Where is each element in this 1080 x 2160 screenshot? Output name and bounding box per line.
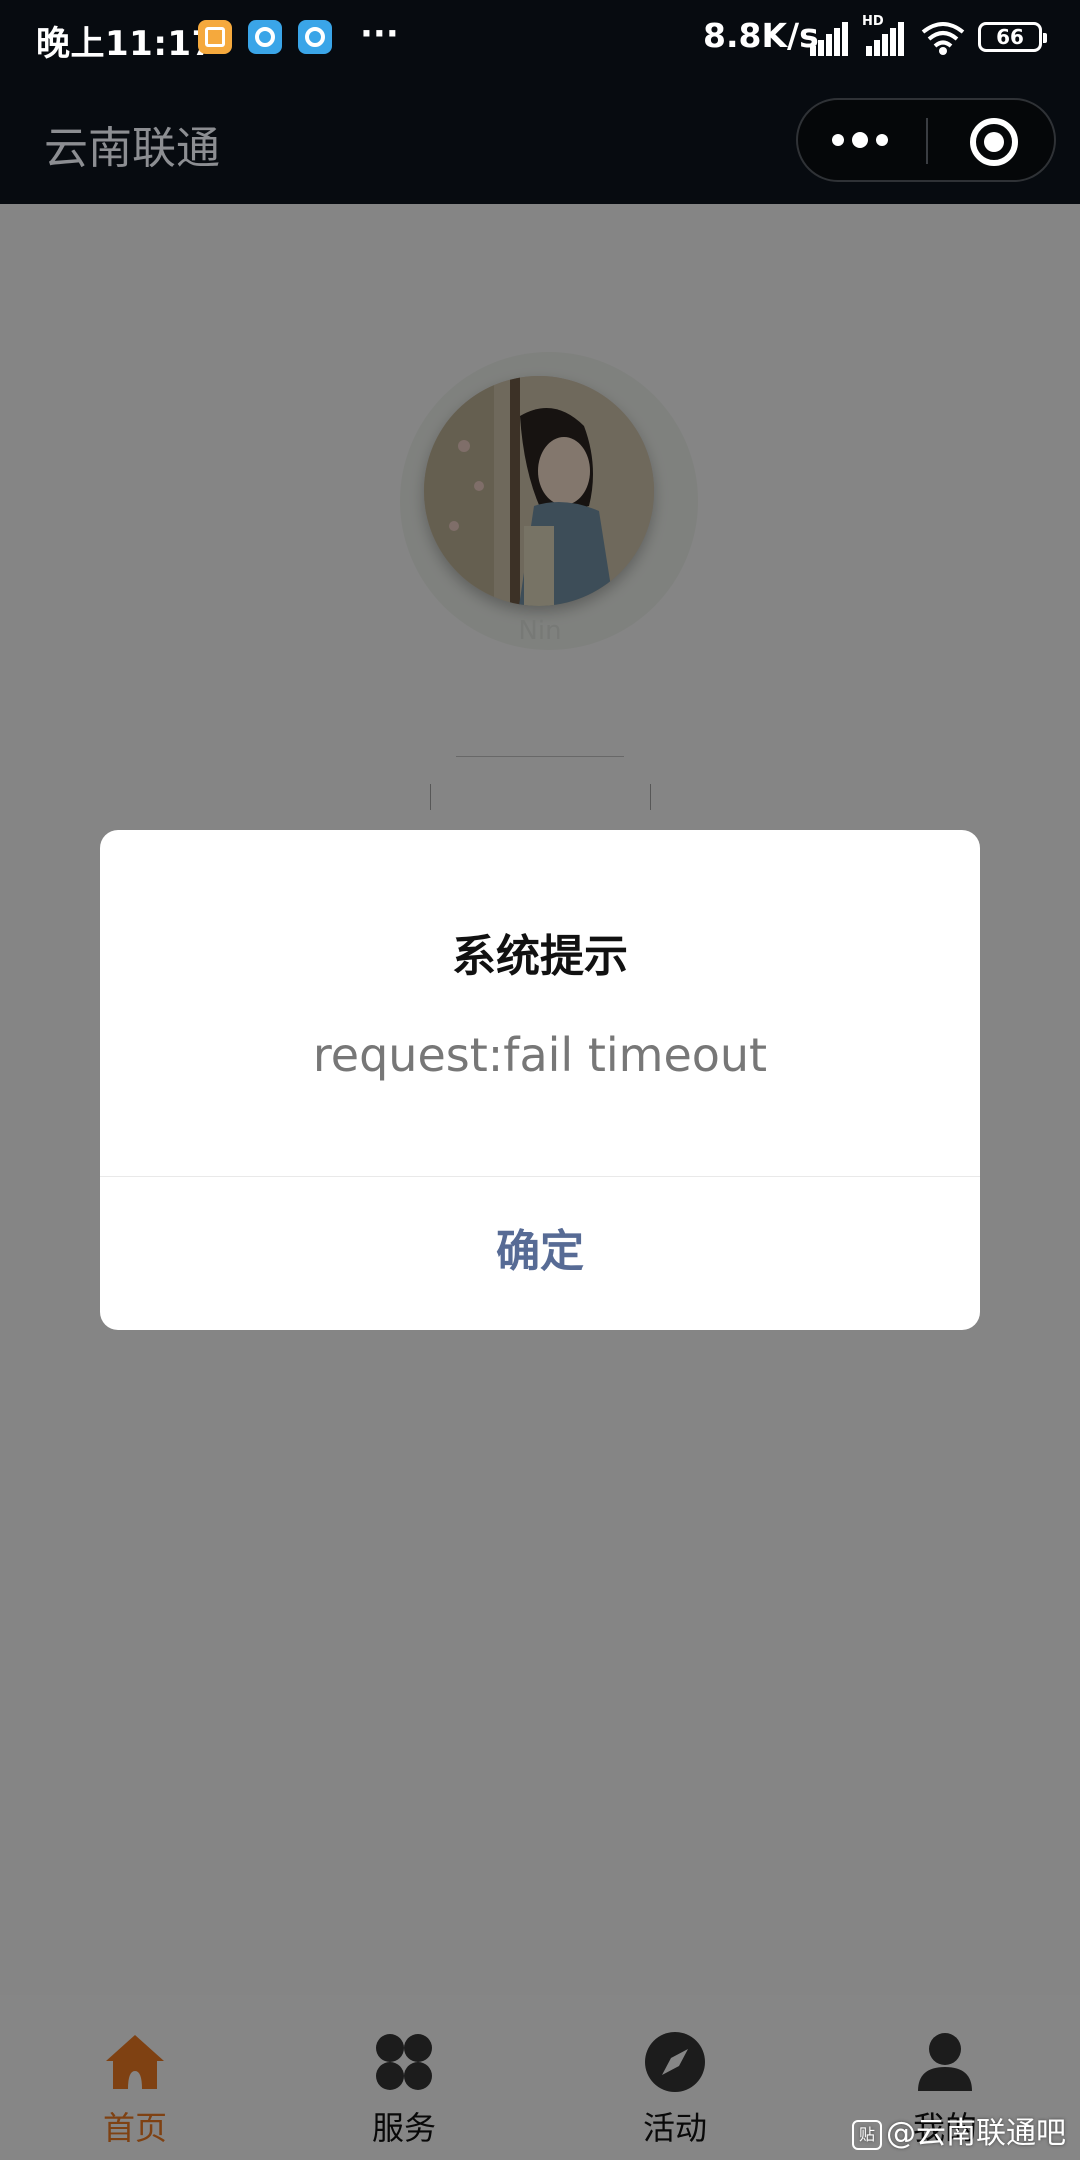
watermark-text: @云南联通吧 bbox=[886, 2116, 1066, 2151]
signal-icon-2 bbox=[866, 22, 906, 56]
more-notifications-icon: ··· bbox=[360, 14, 399, 54]
dialog-message: request:fail timeout bbox=[312, 1028, 768, 1082]
navigation-bar: 云南联通 bbox=[0, 76, 1080, 204]
system-alert-dialog: 系统提示 request:fail timeout 确定 bbox=[100, 830, 980, 1330]
network-speed: 8.8K/s bbox=[703, 16, 819, 55]
battery-icon: 66 bbox=[978, 22, 1047, 52]
close-miniprogram-icon[interactable] bbox=[970, 118, 1018, 166]
wifi-icon bbox=[921, 22, 965, 55]
status-icons: HD 66 bbox=[810, 14, 1060, 60]
watermark: 贴 @云南联通吧 bbox=[852, 2108, 1066, 2152]
confirm-button[interactable]: 确定 bbox=[100, 1177, 980, 1330]
capsule-divider bbox=[926, 118, 928, 164]
browser-app-icon-2 bbox=[298, 20, 332, 54]
signal-icon bbox=[810, 22, 850, 56]
status-bar: 晚上11:17 ··· 8.8K/s HD 66 bbox=[0, 0, 1080, 76]
status-time: 晚上11:17 bbox=[36, 24, 216, 64]
page-title: 云南联通 bbox=[44, 123, 220, 174]
notes-app-icon bbox=[198, 20, 232, 54]
dialog-title: 系统提示 bbox=[452, 931, 628, 982]
miniprogram-capsule bbox=[796, 98, 1056, 182]
more-menu-icon[interactable] bbox=[832, 126, 896, 156]
tieba-logo-icon: 贴 bbox=[852, 2119, 882, 2150]
browser-app-icon bbox=[248, 20, 282, 54]
